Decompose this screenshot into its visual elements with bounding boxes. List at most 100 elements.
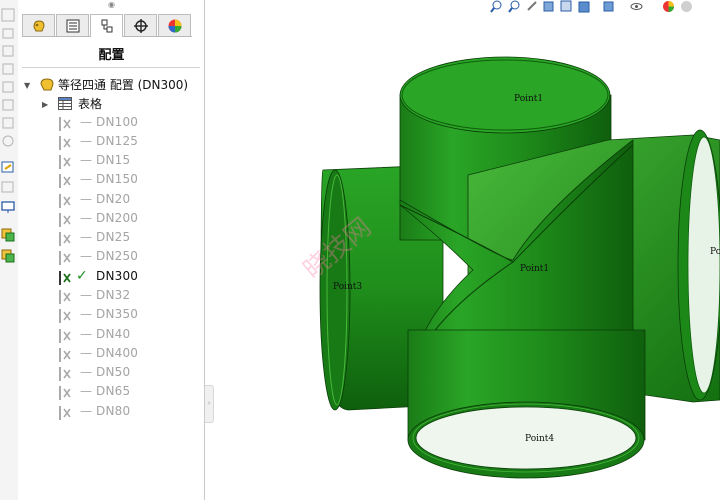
active-check-icon: ✓	[76, 268, 88, 284]
config-name: DN20	[96, 192, 131, 206]
config-leader: —	[80, 211, 92, 225]
config-icon	[59, 136, 71, 150]
property-manager-icon	[66, 19, 79, 32]
config-leader: —	[80, 230, 92, 244]
config-icon	[59, 386, 71, 400]
active-config-icon	[59, 271, 71, 285]
config-icon	[59, 174, 71, 188]
window-tile-icon[interactable]	[1, 228, 15, 242]
feature-manager-tabs	[22, 14, 192, 37]
sketch-icon[interactable]	[1, 8, 15, 22]
config-name: DN15	[96, 153, 131, 167]
tree-root-label: 等径四通 配置 (DN300)	[58, 78, 189, 92]
config-name: DN32	[96, 288, 131, 302]
config-name: DN125	[96, 134, 139, 148]
revolve-icon[interactable]	[1, 44, 15, 58]
config-leader: —	[80, 365, 92, 379]
tab-configuration-manager[interactable]	[90, 14, 123, 37]
extrude-icon[interactable]	[1, 26, 15, 40]
title-divider	[22, 67, 200, 68]
config-icon	[59, 367, 71, 381]
config-icon	[59, 155, 71, 169]
sweep-icon[interactable]	[1, 62, 15, 76]
config-item-dn100[interactable]: — DN100	[58, 115, 178, 133]
config-name: DN350	[96, 307, 139, 321]
window-cascade-icon[interactable]	[1, 249, 15, 263]
config-leader: —	[80, 384, 92, 398]
config-name: DN400	[96, 346, 139, 360]
config-item-dn150[interactable]: — DN150	[58, 172, 178, 190]
tab-display-manager[interactable]	[158, 14, 191, 36]
loft-icon[interactable]	[1, 80, 15, 94]
pattern-icon[interactable]	[1, 134, 15, 148]
config-name: DN200	[96, 211, 139, 225]
point-label: Point1	[514, 94, 543, 104]
config-icon	[59, 232, 71, 246]
tab-property-manager[interactable]	[56, 14, 89, 36]
root-collapse-toggle[interactable]: ▼	[24, 81, 30, 90]
config-name: DN100	[96, 115, 139, 129]
config-leader: —	[80, 172, 92, 186]
feature-tree-icon	[32, 19, 45, 31]
config-name: DN65	[96, 384, 131, 398]
config-icon	[59, 117, 71, 131]
configuration-manager-icon	[101, 19, 112, 33]
config-icon	[59, 194, 71, 208]
config-item-dn400[interactable]: — DN400	[58, 346, 178, 364]
config-item-dn200[interactable]: — DN200	[58, 211, 178, 229]
config-leader: —	[80, 115, 92, 129]
graphics-viewport[interactable]: Point1 Point1 Point3 Point4 Point 晓技网	[213, 0, 720, 500]
config-leader: —	[80, 307, 92, 321]
table-icon	[58, 97, 72, 110]
config-item-dn125[interactable]: — DN125	[58, 134, 178, 152]
config-item-dn25[interactable]: — DN25	[58, 230, 178, 248]
config-name: DN250	[96, 249, 139, 263]
config-item-dn65[interactable]: — DN65	[58, 384, 178, 402]
config-leader: —	[80, 134, 92, 148]
config-name: DN80	[96, 404, 131, 418]
part-icon	[40, 78, 54, 91]
config-leader: —	[80, 327, 92, 341]
cut-icon[interactable]	[1, 98, 15, 112]
config-leader: —	[80, 249, 92, 263]
config-item-dn350[interactable]: — DN350	[58, 307, 178, 325]
config-icon	[59, 348, 71, 362]
rebuild-icon[interactable]	[1, 160, 15, 174]
point-label: Point1	[520, 264, 549, 274]
config-item-dn40[interactable]: — DN40	[58, 327, 178, 345]
options-icon[interactable]	[1, 180, 15, 194]
config-icon	[59, 213, 71, 227]
tab-feature-tree[interactable]	[22, 14, 55, 36]
config-item-dn50[interactable]: — DN50	[58, 365, 178, 383]
panel-divider	[204, 0, 205, 500]
config-item-dn250[interactable]: — DN250	[58, 249, 178, 267]
tab-dimxpert-manager[interactable]	[124, 14, 157, 36]
config-item-dn300[interactable]: ✓ DN300	[58, 268, 178, 287]
monitor-icon[interactable]	[1, 200, 15, 214]
config-leader: —	[80, 153, 92, 167]
config-name: DN40	[96, 327, 131, 341]
config-leader: —	[80, 404, 92, 418]
display-manager-icon	[168, 19, 181, 32]
point-label: Point4	[525, 434, 554, 444]
config-item-dn80[interactable]: — DN80	[58, 404, 178, 422]
config-item-dn20[interactable]: — DN20	[58, 192, 178, 210]
config-icon	[59, 406, 71, 420]
panel-top-grip[interactable]: ◉	[108, 0, 115, 9]
config-item-dn32[interactable]: — DN32	[58, 288, 178, 306]
config-icon	[59, 251, 71, 265]
config-leader: —	[80, 288, 92, 302]
table-expand-toggle[interactable]: ▶	[42, 100, 48, 109]
point-label: Point	[710, 247, 720, 257]
config-item-dn15[interactable]: — DN15	[58, 153, 178, 171]
config-name: DN25	[96, 230, 131, 244]
config-icon	[59, 309, 71, 323]
config-name: DN150	[96, 172, 139, 186]
panel-title: 配置	[98, 48, 125, 63]
config-name: DN50	[96, 365, 131, 379]
dimxpert-icon	[133, 18, 148, 33]
config-leader: —	[80, 192, 92, 206]
config-icon	[59, 329, 71, 343]
config-name: DN300	[96, 269, 139, 283]
fillet-icon[interactable]	[1, 116, 15, 130]
